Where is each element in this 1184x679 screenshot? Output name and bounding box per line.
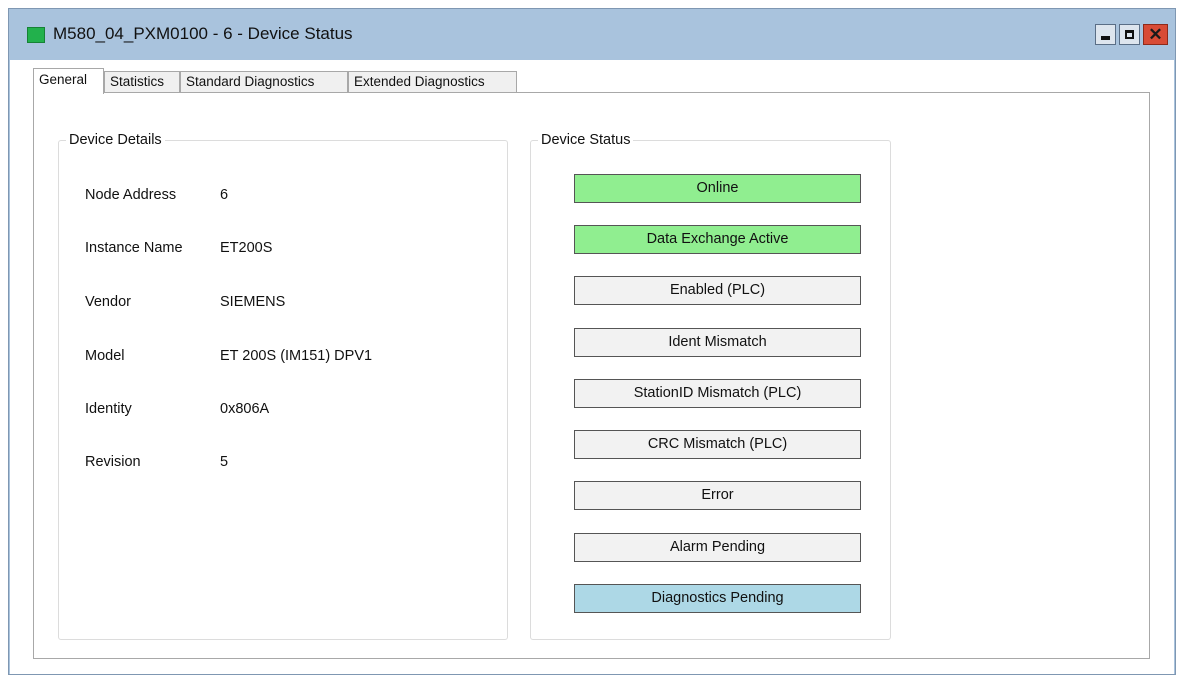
ident-mismatch-indicator[interactable]: Ident Mismatch [574, 328, 861, 357]
model-label: Model [85, 348, 125, 364]
close-button[interactable]: ✕ [1143, 24, 1168, 45]
device-status-group: Device Status Online Data Exchange Activ… [530, 132, 891, 640]
window-title: M580_04_PXM0100 - 6 - Device Status [53, 24, 353, 43]
device-status-window: M580_04_PXM0100 - 6 - Device Status ✕ Ge… [8, 8, 1176, 675]
online-indicator[interactable]: Online [574, 174, 861, 203]
tab-extended-diagnostics[interactable]: Extended Diagnostics [348, 71, 517, 92]
node-address-label: Node Address [85, 187, 177, 203]
device-status-title: Device Status [538, 132, 634, 148]
model-value: ET 200S (IM151) DPV1 [220, 348, 373, 364]
minimize-icon [1101, 36, 1110, 40]
minimize-button[interactable] [1095, 24, 1116, 45]
crc-mismatch-plc-indicator[interactable]: CRC Mismatch (PLC) [574, 430, 861, 459]
client-area: General Statistics Standard Diagnostics … [10, 60, 1174, 674]
revision-value: 5 [220, 454, 229, 470]
alarm-pending-indicator[interactable]: Alarm Pending [574, 533, 861, 562]
tab-standard-diagnostics[interactable]: Standard Diagnostics [180, 71, 348, 92]
title-bar[interactable]: M580_04_PXM0100 - 6 - Device Status ✕ [9, 9, 1175, 59]
maximize-button[interactable] [1119, 24, 1140, 45]
node-address-value: 6 [220, 187, 229, 203]
diagnostics-pending-indicator[interactable]: Diagnostics Pending [574, 584, 861, 613]
station-id-mismatch-plc-indicator[interactable]: StationID Mismatch (PLC) [574, 379, 861, 408]
instance-name-value: ET200S [220, 240, 273, 256]
instance-name-label: Instance Name [85, 240, 183, 256]
tab-statistics[interactable]: Statistics [104, 71, 180, 92]
tab-general[interactable]: General [33, 68, 104, 94]
general-tab-panel: Device Details Node Address 6 Instance N… [33, 92, 1150, 659]
error-indicator[interactable]: Error [574, 481, 861, 510]
identity-label: Identity [85, 401, 132, 417]
device-status-icon [27, 27, 45, 43]
enabled-plc-indicator[interactable]: Enabled (PLC) [574, 276, 861, 305]
identity-value: 0x806A [220, 401, 270, 417]
data-exchange-active-indicator[interactable]: Data Exchange Active [574, 225, 861, 254]
revision-label: Revision [85, 454, 141, 470]
device-details-group: Device Details Node Address 6 Instance N… [58, 132, 508, 640]
close-icon: ✕ [1148, 25, 1163, 44]
device-details-title: Device Details [66, 132, 165, 148]
vendor-label: Vendor [85, 294, 131, 310]
vendor-value: SIEMENS [220, 294, 286, 310]
maximize-icon [1125, 30, 1134, 39]
